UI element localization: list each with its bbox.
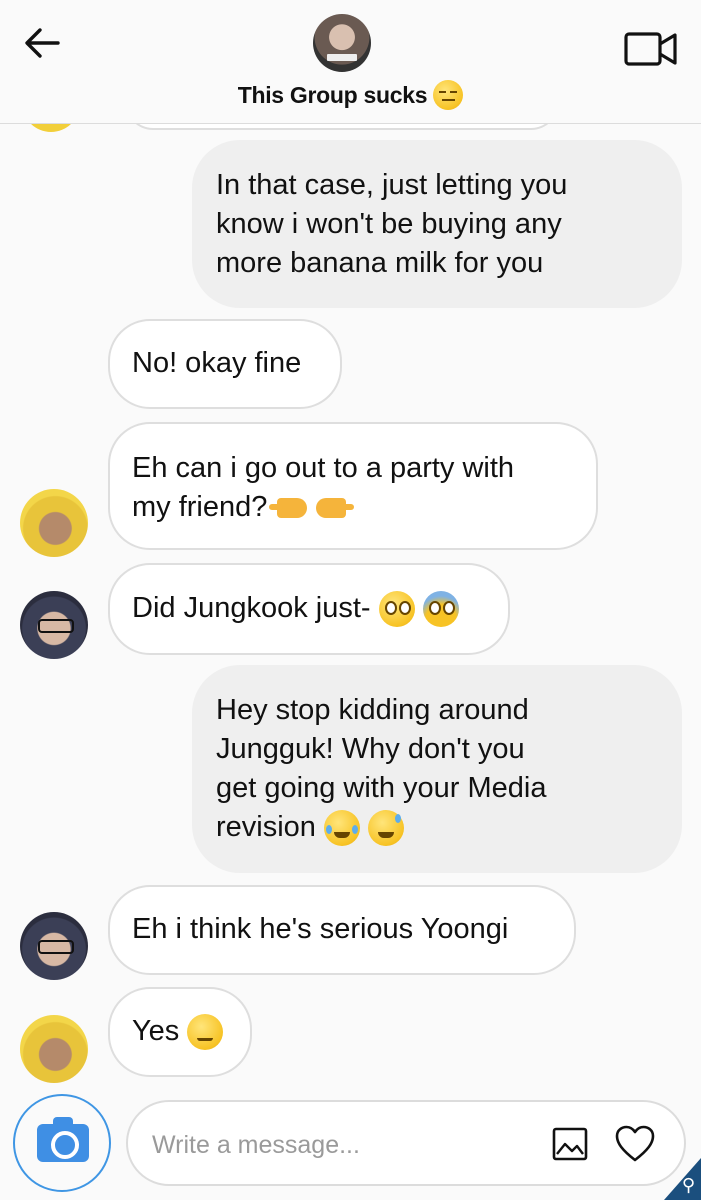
chat-header: This Group sucks (0, 0, 701, 124)
message-text: Did Jungkook just- (132, 592, 371, 624)
group-title: This Group sucks (237, 82, 428, 108)
camera-button[interactable] (13, 1094, 111, 1192)
message-text: revision (216, 811, 316, 843)
incoming-message[interactable]: No! okay fine (108, 319, 342, 409)
camera-icon (37, 1117, 89, 1162)
message-line: more banana milk for you (216, 247, 544, 279)
message-line: Jungguk! Why don't you (216, 733, 525, 765)
avatar[interactable] (20, 591, 88, 659)
expressionless-face-icon (433, 79, 464, 110)
message-text: my friend? (132, 491, 268, 523)
video-camera-icon[interactable] (624, 30, 678, 68)
outgoing-message[interactable]: In that case, just letting you know i wo… (192, 140, 682, 308)
message-line: In that case, just letting you (216, 169, 568, 201)
message-line: get going with your Media (216, 772, 547, 804)
outgoing-message[interactable]: Hey stop kidding around Jungguk! Why don… (192, 665, 682, 873)
message-text: Yes (132, 1015, 180, 1047)
grinning-face-with-sweat-icon (368, 810, 405, 847)
backhand-index-pointing-right-icon (277, 498, 308, 519)
face-with-tears-of-joy-icon (324, 810, 360, 847)
message-input-box[interactable] (126, 1100, 686, 1186)
incoming-message[interactable]: Yes (108, 987, 252, 1077)
heart-icon[interactable] (614, 1124, 656, 1164)
avatar[interactable] (20, 489, 88, 557)
backhand-index-pointing-left-icon (315, 498, 354, 519)
message-input[interactable] (150, 1128, 534, 1162)
message-line: No! okay fine (132, 347, 302, 379)
key-icon: ⚲ (681, 1175, 695, 1195)
message-line: Eh can i go out to a party with (132, 452, 515, 484)
arrow-left-icon[interactable] (22, 25, 62, 61)
avatar[interactable] (20, 912, 88, 980)
message-line: Hey stop kidding around (216, 694, 529, 726)
chat-title[interactable]: This Group sucks (0, 79, 701, 110)
image-icon[interactable] (552, 1126, 588, 1162)
message-text: Eh i think he's serious Yoongi (132, 913, 509, 945)
message-line: know i won't be buying any (216, 208, 562, 240)
avatar[interactable] (20, 1015, 88, 1083)
group-avatar[interactable] (313, 14, 371, 72)
message-line: my friend? (132, 488, 574, 527)
incoming-message[interactable]: Eh i think he's serious Yoongi (108, 885, 576, 975)
incoming-message[interactable]: Eh can i go out to a party with my frien… (108, 422, 598, 550)
flushed-face-icon (378, 591, 415, 628)
incoming-message[interactable]: Did Jungkook just- (108, 563, 510, 655)
confounded-face-icon (187, 1014, 224, 1051)
screaming-face-icon (422, 591, 459, 628)
message-line: revision (216, 808, 658, 847)
